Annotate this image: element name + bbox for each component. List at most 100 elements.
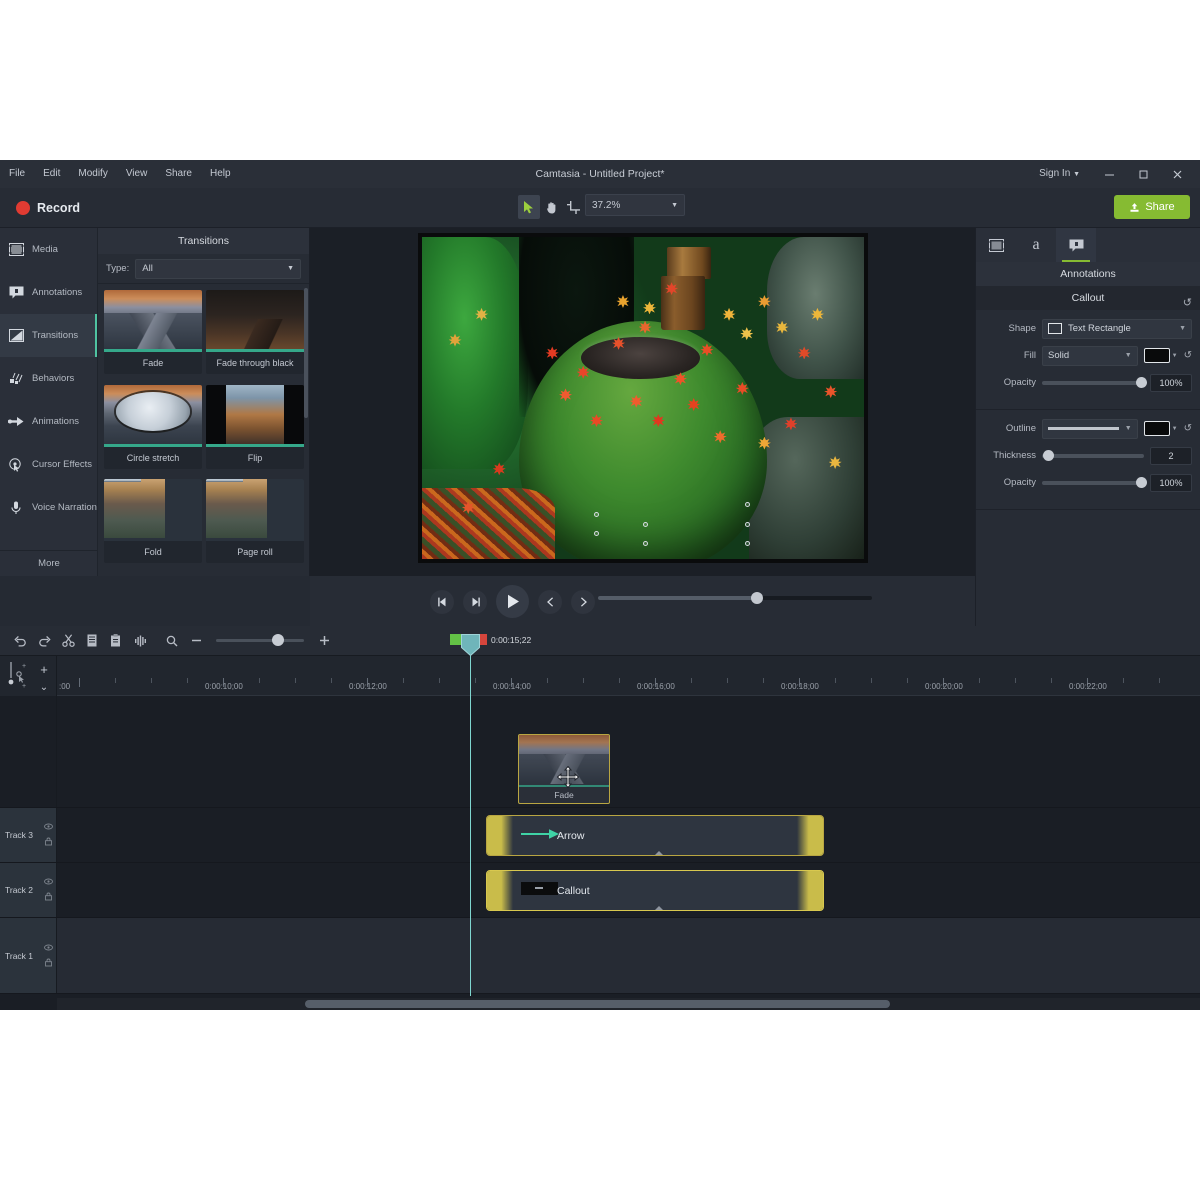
cursor-tool[interactable] (518, 195, 540, 219)
sidebar-item-behaviors[interactable]: Behaviors (0, 357, 97, 400)
preview-canvas[interactable] (418, 233, 868, 563)
slider-handle[interactable] (1043, 449, 1055, 461)
undo-icon[interactable] (8, 629, 32, 653)
sidebar-item-transitions[interactable]: Transitions (0, 314, 97, 357)
menu-item-share[interactable]: Share (156, 160, 201, 188)
previous-button[interactable] (538, 589, 562, 614)
menu-item-modify[interactable]: Modify (69, 160, 116, 188)
play-button[interactable] (496, 585, 529, 618)
eye-icon[interactable] (44, 823, 53, 832)
fill-color-swatch[interactable] (1143, 348, 1170, 363)
playhead-handle[interactable] (461, 634, 480, 657)
seek-slider[interactable] (598, 592, 872, 604)
eye-icon[interactable] (44, 878, 53, 887)
timeline-zoom-slider[interactable] (216, 634, 304, 646)
transitions-type-select[interactable]: All ▼ (135, 258, 301, 279)
slider-handle[interactable] (1135, 376, 1147, 388)
magnifier-icon[interactable] (160, 629, 184, 653)
copy-icon[interactable] (80, 629, 104, 653)
menu-item-view[interactable]: View (117, 160, 157, 188)
playhead-in-marker[interactable] (450, 634, 461, 645)
lock-icon[interactable] (45, 837, 52, 848)
redo-icon[interactable] (32, 629, 56, 653)
share-button[interactable]: Share (1114, 195, 1190, 219)
outline-opacity-value[interactable]: 100% (1150, 473, 1192, 492)
reset-icon[interactable]: ↺ (1183, 291, 1192, 315)
menu-item-edit[interactable]: Edit (34, 160, 69, 188)
transition-item-fade-through-black[interactable]: Fade through black (206, 290, 304, 374)
outline-style-select[interactable]: ▼ (1042, 418, 1138, 439)
clip-arrow[interactable]: Arrow (486, 815, 824, 856)
split-icon[interactable] (128, 629, 152, 653)
timeline-ruler[interactable]: :00 0:00:10;00 0:00:12;00 0:00:14;00 0:0… (57, 656, 1200, 696)
playhead-out-marker[interactable] (480, 634, 487, 645)
outline-color-swatch[interactable] (1143, 421, 1170, 436)
timeline-hscrollbar[interactable] (57, 998, 1200, 1010)
sidebar-item-cursor-effects[interactable]: Cursor Effects (0, 443, 97, 486)
outline-reset-icon[interactable]: ↺ (1184, 423, 1192, 434)
zoom-in-icon[interactable] (312, 629, 336, 653)
shape-select[interactable]: Text Rectangle ▼ (1042, 318, 1192, 339)
hand-tool[interactable] (540, 195, 562, 219)
playhead[interactable]: 0:00:15;22 (450, 634, 531, 996)
lock-icon[interactable] (45, 958, 52, 968)
track-header-1[interactable]: Track 1 (0, 918, 57, 993)
transition-item-page-roll[interactable]: Page roll (206, 479, 304, 564)
thickness-value[interactable]: 2 (1150, 446, 1192, 465)
sign-in-menu[interactable]: Sign In ▼ (1039, 160, 1080, 188)
crop-tool[interactable] (562, 195, 584, 219)
clip-callout[interactable]: Callout (486, 870, 824, 911)
transition-item-fold[interactable]: Fold (104, 479, 202, 564)
transition-item-flip[interactable]: Flip (206, 384, 304, 469)
clip-keyframe-notch[interactable] (655, 906, 663, 910)
minimize-button[interactable] (1094, 160, 1124, 188)
sidebar-item-media[interactable]: Media (0, 228, 97, 271)
selection-handle[interactable] (744, 521, 750, 527)
step-back-button[interactable] (430, 589, 454, 614)
chevron-down-icon[interactable]: ⌄ (33, 678, 55, 696)
sidebar-more-button[interactable]: More (0, 550, 98, 576)
menu-item-help[interactable]: Help (201, 160, 240, 188)
track-header-3[interactable]: Track 3 (0, 808, 57, 862)
clip-keyframe-notch[interactable] (655, 851, 663, 855)
selection-handle[interactable] (744, 541, 750, 547)
fill-select[interactable]: Solid ▼ (1042, 345, 1138, 366)
track-header-2[interactable]: Track 2 (0, 863, 57, 917)
sidebar-item-annotations[interactable]: Annotations (0, 271, 97, 314)
outline-color-picker[interactable]: ▼ (1143, 421, 1178, 436)
slider-handle[interactable] (272, 634, 285, 646)
record-button[interactable]: Record (8, 196, 88, 220)
step-forward-button[interactable] (463, 589, 487, 614)
scrollbar-thumb[interactable] (305, 1000, 890, 1008)
outline-opacity-slider[interactable] (1042, 476, 1147, 488)
zoom-out-icon[interactable] (184, 629, 208, 653)
transition-item-circle-stretch[interactable]: Circle stretch (104, 384, 202, 469)
menu-item-file[interactable]: File (0, 160, 34, 188)
fill-opacity-value[interactable]: 100% (1150, 373, 1192, 392)
maximize-button[interactable] (1128, 160, 1158, 188)
zoom-level-select[interactable]: 37.2% ▼ (585, 194, 685, 216)
next-button[interactable] (571, 589, 595, 614)
add-track-button[interactable]: + (33, 660, 55, 678)
tab-text[interactable]: a (1016, 228, 1056, 262)
eye-icon[interactable] (44, 943, 53, 952)
sidebar-item-animations[interactable]: Animations (0, 400, 97, 443)
marker-controls[interactable]: + + (8, 660, 30, 696)
transition-item-fade[interactable]: Fade (104, 290, 202, 374)
selection-handle[interactable] (643, 521, 648, 527)
seek-handle[interactable] (751, 592, 764, 604)
cut-icon[interactable] (56, 629, 80, 653)
fill-opacity-slider[interactable] (1042, 376, 1147, 388)
cursor-effects-icon (8, 457, 24, 473)
sidebar-item-voice-narration[interactable]: Voice Narration (0, 486, 97, 529)
close-button[interactable] (1162, 160, 1192, 188)
fill-reset-icon[interactable]: ↺ (1184, 350, 1192, 361)
paste-icon[interactable] (104, 629, 128, 653)
thickness-slider[interactable] (1042, 449, 1144, 461)
lock-icon[interactable] (45, 892, 52, 903)
tab-callout[interactable] (1056, 228, 1096, 262)
fill-color-picker[interactable]: ▼ (1143, 348, 1178, 363)
transitions-scrollbar[interactable] (304, 288, 308, 418)
tab-media[interactable] (976, 228, 1016, 262)
slider-handle[interactable] (1135, 476, 1147, 488)
